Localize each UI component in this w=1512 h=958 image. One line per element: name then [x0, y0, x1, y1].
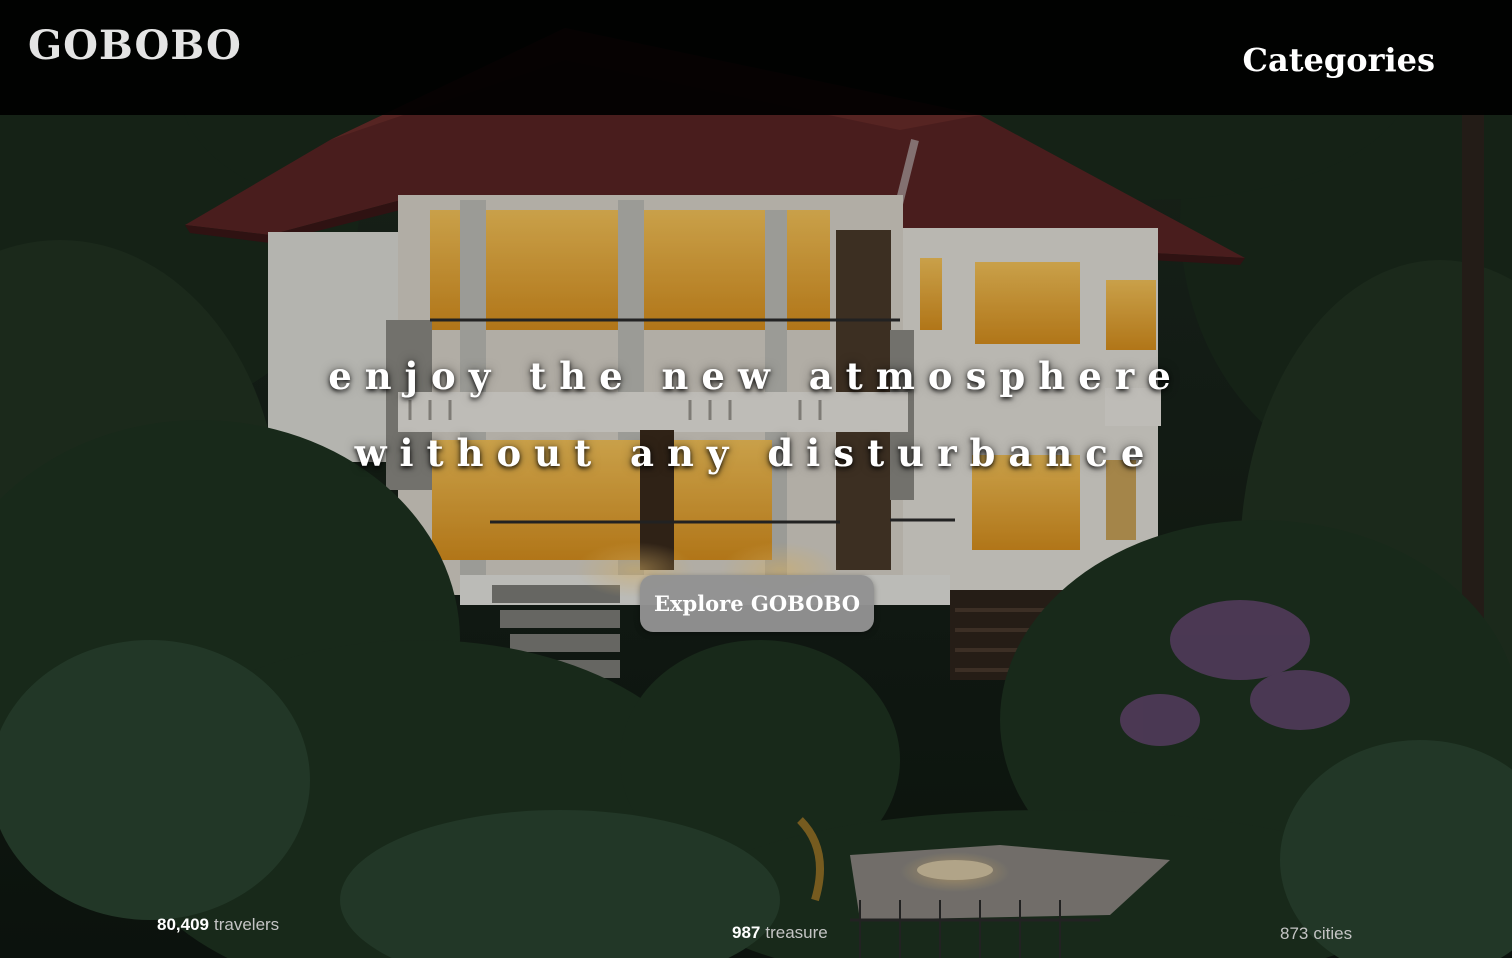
stat-cities: 873 cities: [1280, 924, 1352, 944]
nav-categories-link[interactable]: Categories: [1243, 44, 1435, 76]
stat-cities-number: 873: [1280, 924, 1309, 943]
stat-treasure: 987 treasure: [732, 923, 828, 943]
stat-travelers-label: travelers: [214, 915, 280, 934]
brand-logo[interactable]: GOBOBO: [28, 26, 242, 66]
top-navigation-bar: GOBOBO Categories: [0, 0, 1512, 115]
stat-travelers: 80,409 travelers: [157, 915, 279, 935]
hero-headline: enjoy the new atmosphere without any dis…: [0, 338, 1512, 492]
hero-headline-line-1: enjoy the new atmosphere: [328, 354, 1184, 398]
stat-treasure-number: 987: [732, 923, 761, 942]
stat-treasure-label: treasure: [765, 923, 828, 942]
stat-cities-label: cities: [1313, 924, 1353, 943]
explore-button[interactable]: Explore GOBOBO: [640, 575, 874, 632]
hero-headline-line-2: without any disturbance: [354, 431, 1158, 475]
stat-travelers-number: 80,409: [157, 915, 209, 934]
